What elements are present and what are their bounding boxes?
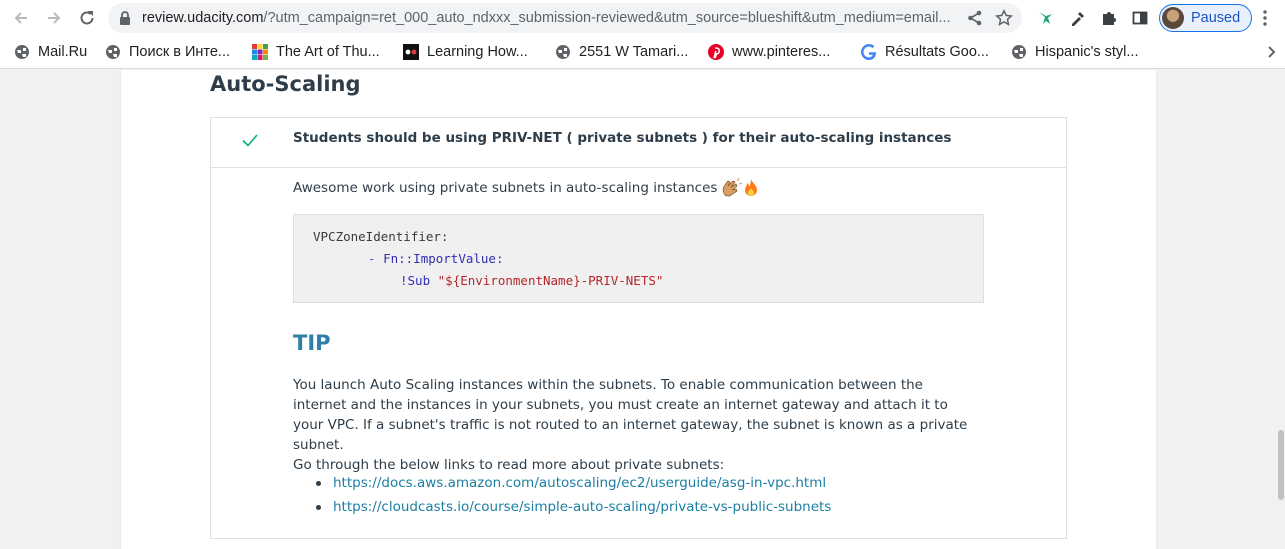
bookmark-item[interactable]: The Art of Thu... [252, 36, 380, 68]
forward-arrow-icon [48, 12, 61, 24]
lock-icon [120, 11, 130, 25]
bookmark-label: Mail.Ru [38, 44, 88, 60]
review-card: Auto-Scaling Students should be using PR… [121, 70, 1156, 549]
bookmark-item[interactable]: Поиск в Инте... [105, 36, 230, 68]
bookmark-label: The Art of Thu... [276, 44, 380, 60]
code-function: Fn::ImportValue: [383, 251, 504, 266]
back-button[interactable] [9, 6, 33, 30]
bullet [316, 481, 321, 486]
url-text[interactable]: review.udacity.com/?utm_campaign=ret_000… [142, 3, 960, 33]
globe-icon [1011, 44, 1027, 60]
rubric-item-header[interactable]: Students should be using PRIV-NET ( priv… [211, 118, 1066, 168]
side-panel-icon[interactable] [1129, 7, 1151, 29]
extensions-puzzle-icon[interactable] [1098, 7, 1120, 29]
code-string: "${EnvironmentName}-PRIV-NETS" [437, 273, 664, 288]
fire-icon [743, 178, 759, 198]
more-menu-icon[interactable] [1262, 9, 1268, 27]
rubric-spec-text: Students should be using PRIV-NET ( priv… [293, 130, 952, 146]
bullet [316, 505, 321, 510]
more-bookmarks-chevron-icon[interactable] [1266, 45, 1278, 59]
cbc-icon [403, 44, 419, 60]
bookmark-item[interactable]: www.pinteres... [708, 36, 830, 68]
bookmark-label: Learning How... [427, 44, 528, 60]
globe-icon [105, 44, 121, 60]
rubric-item-panel: Students should be using PRIV-NET ( priv… [210, 117, 1067, 539]
pinterest-icon [708, 44, 724, 60]
globe-icon [14, 44, 30, 60]
share-icon[interactable] [966, 9, 984, 27]
code-tag: !Sub [400, 273, 438, 288]
eyedropper-icon[interactable] [1067, 7, 1089, 29]
bookmark-item[interactable]: 2551 W Tamari... [555, 36, 688, 68]
browser-toolbar: review.udacity.com/?utm_campaign=ret_000… [0, 0, 1285, 36]
bookmark-label: www.pinteres... [732, 44, 831, 60]
bookmarks-bar: Mail.Ru Поиск в Инте... The Art of Thu..… [0, 36, 1285, 69]
url-host: review.udacity.com [142, 10, 264, 26]
address-bar[interactable]: review.udacity.com/?utm_campaign=ret_000… [108, 3, 1022, 33]
check-icon [242, 134, 258, 147]
reload-icon [80, 11, 94, 25]
tip-heading: TIP [293, 331, 331, 355]
reload-button[interactable] [75, 6, 99, 30]
profile-status-label: Paused [1191, 10, 1241, 26]
page-viewport: Auto-Scaling Students should be using PR… [0, 70, 1285, 549]
bookmark-item[interactable]: Résultats Goo... [861, 36, 989, 68]
avatar [1162, 7, 1184, 29]
bookmark-label: 2551 W Tamari... [579, 44, 689, 60]
scrollbar-thumb[interactable] [1278, 430, 1284, 500]
bookmark-item[interactable]: Mail.Ru [14, 36, 87, 68]
back-arrow-icon [14, 12, 27, 24]
bookmark-star-icon[interactable] [995, 9, 1013, 27]
reference-link[interactable]: https://docs.aws.amazon.com/autoscaling/… [333, 475, 826, 491]
bookmark-item[interactable]: Hispanic's styl... [1011, 36, 1139, 68]
reference-link[interactable]: https://cloudcasts.io/course/simple-auto… [333, 499, 831, 515]
globe-icon [555, 44, 571, 60]
section-title: Auto-Scaling [210, 72, 361, 96]
code-key: VPCZoneIdentifier: [313, 229, 449, 244]
list-item: https://docs.aws.amazon.com/autoscaling/… [293, 471, 831, 495]
url-path: /?utm_campaign=ret_000_auto_ndxxx_submis… [263, 10, 951, 26]
extension-bird-icon[interactable] [1034, 7, 1056, 29]
code-dash: - [368, 251, 384, 266]
forward-button[interactable] [42, 6, 66, 30]
tip-body: You launch Auto Scaling instances within… [293, 375, 973, 475]
list-item: https://cloudcasts.io/course/simple-auto… [293, 495, 831, 519]
clapping-hands-icon [721, 178, 743, 198]
bookmark-label: Hispanic's styl... [1035, 44, 1139, 60]
reviewer-comment-text: Awesome work using private subnets in au… [293, 180, 718, 196]
google-icon [861, 44, 877, 60]
tip-paragraph: You launch Auto Scaling instances within… [293, 377, 968, 453]
reviewer-comment: Awesome work using private subnets in au… [293, 178, 759, 198]
bookmark-item[interactable]: Learning How... [403, 36, 528, 68]
bookmark-label: Поиск в Инте... [129, 44, 230, 60]
profile-button[interactable]: Paused [1159, 4, 1252, 32]
colorful-grid-icon [252, 44, 268, 60]
reference-links: https://docs.aws.amazon.com/autoscaling/… [293, 471, 831, 519]
code-block: VPCZoneIdentifier: - Fn::ImportValue: !S… [293, 214, 984, 303]
bookmark-label: Résultats Goo... [885, 44, 989, 60]
page-scrollbar[interactable] [1276, 70, 1285, 549]
